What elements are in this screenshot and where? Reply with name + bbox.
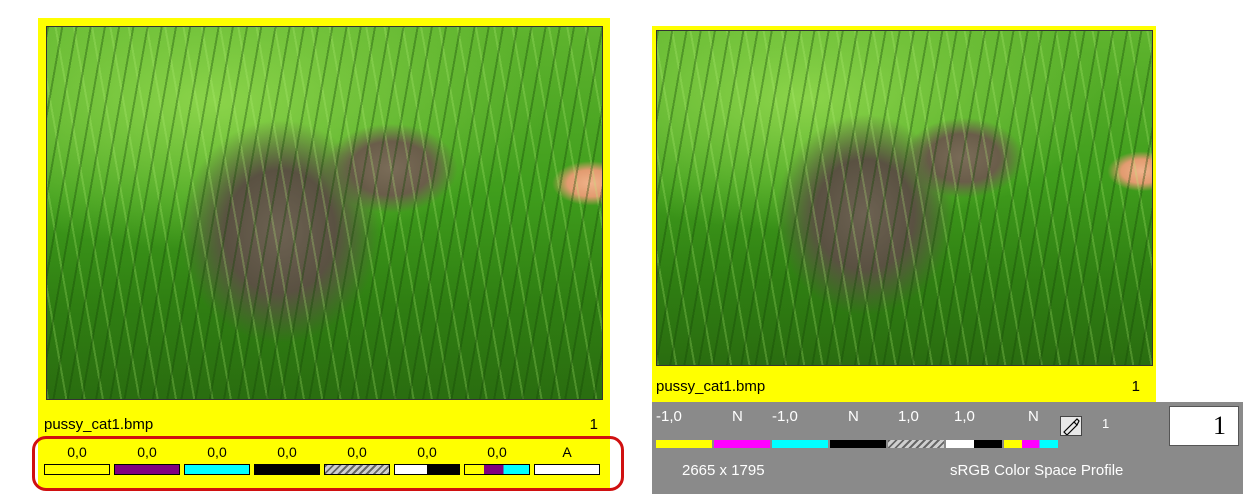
- panel-yellow-mode[interactable]: N: [732, 408, 743, 425]
- panel-cyan-mode[interactable]: N: [848, 408, 859, 425]
- dropper-tool-icon[interactable]: [1060, 416, 1082, 436]
- panel-balance-mode[interactable]: N: [1028, 408, 1039, 425]
- panel-hatched-swatch[interactable]: [888, 440, 944, 448]
- color-profile: sRGB Color Space Profile: [950, 462, 1124, 479]
- image-dimensions: 2665 x 1795: [682, 462, 765, 479]
- kitten-photo-left: [46, 26, 603, 400]
- left-page-number: 1: [589, 416, 598, 433]
- panel-yellow-value[interactable]: -1,0: [656, 408, 682, 425]
- panel-contrast-value[interactable]: 1,0: [954, 408, 975, 425]
- left-image-card[interactable]: pussy_cat1.bmp 1 0,0 0,0 0,0 0,0 0,0 0,0…: [38, 18, 610, 488]
- adjustment-panel: -1,0 N -1,0 N 1,0 1,0 N 1 2665 x 1795 sR…: [652, 402, 1243, 494]
- panel-contrast-swatch[interactable]: [946, 440, 1002, 448]
- right-filename: pussy_cat1.bmp: [656, 378, 766, 395]
- left-filename: pussy_cat1.bmp: [44, 416, 154, 433]
- page-number-box[interactable]: 1: [1169, 406, 1239, 446]
- highlight-annotation: [32, 436, 624, 491]
- panel-cyan-swatch[interactable]: [772, 440, 828, 448]
- panel-magenta-swatch[interactable]: [714, 440, 770, 448]
- right-image-card[interactable]: pussy_cat1.bmp 1: [652, 26, 1156, 402]
- panel-yellow-swatch[interactable]: [656, 440, 712, 448]
- right-page-number: 1: [1131, 378, 1140, 395]
- kitten-photo-right: [656, 30, 1153, 366]
- panel-balance-swatch[interactable]: [1004, 440, 1058, 448]
- panel-hatched-value[interactable]: 1,0: [898, 408, 919, 425]
- tool-count: 1: [1102, 416, 1110, 431]
- panel-cyan-value[interactable]: -1,0: [772, 408, 798, 425]
- panel-black-swatch[interactable]: [830, 440, 886, 448]
